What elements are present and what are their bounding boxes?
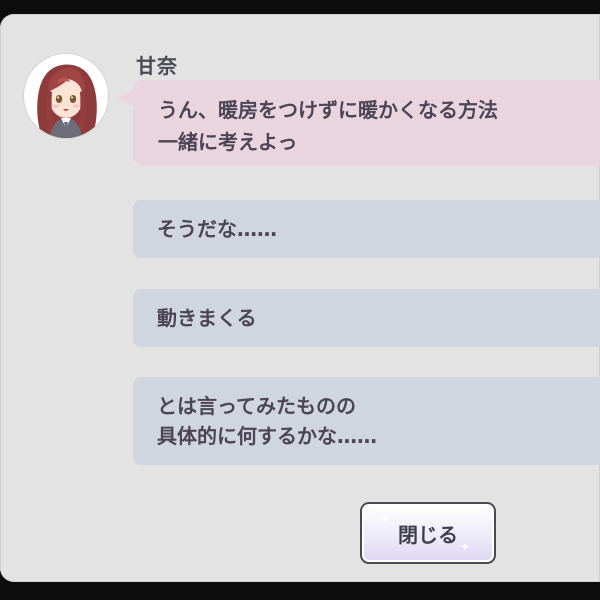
- sparkle-icon: ✦: [380, 512, 391, 526]
- choice-option-2[interactable]: 動きまくる: [133, 289, 600, 347]
- speech-bubble-tail: [116, 90, 134, 106]
- sparkle-icon: ✦: [460, 540, 471, 554]
- dialog-panel: 甘奈 うん、暖房をつけずに暖かくなる方法 一緒に考えよっ そうだな…… 動きまく…: [0, 14, 600, 582]
- speech-text: うん、暖房をつけずに暖かくなる方法 一緒に考えよっ: [158, 98, 498, 154]
- close-button-label: 閉じる: [398, 522, 458, 547]
- choice-option-1-label: そうだな……: [157, 217, 277, 241]
- choice-option-3[interactable]: とは言ってみたものの 具体的に何するかな……: [133, 377, 600, 465]
- choice-option-2-label: 動きまくる: [157, 306, 257, 330]
- character-avatar-icon: [24, 54, 108, 138]
- speaker-name: 甘奈: [136, 54, 178, 78]
- choice-option-1[interactable]: そうだな……: [133, 200, 600, 258]
- close-button[interactable]: ✦ ✦ 閉じる: [360, 502, 496, 564]
- choice-option-3-label: とは言ってみたものの 具体的に何するかな……: [157, 394, 377, 448]
